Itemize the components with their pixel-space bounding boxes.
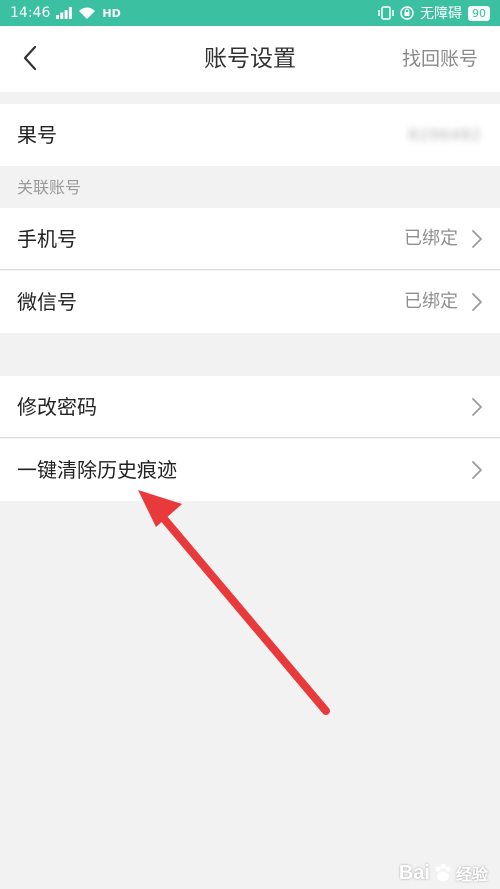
accessibility-label: 无障碍	[420, 6, 462, 22]
paw-logo-icon	[435, 863, 451, 882]
row-divider	[0, 437, 500, 438]
watermark-text-jingyan: 经验	[455, 867, 488, 884]
baidu-watermark: Bai 经验	[399, 861, 488, 885]
wechat-label: 微信号	[17, 290, 77, 314]
change-password-label: 修改密码	[17, 395, 97, 419]
network-type-label: HD	[102, 6, 121, 20]
wifi-icon	[78, 7, 96, 20]
recover-account-button[interactable]: 找回账号	[402, 26, 478, 92]
phone-status: 已绑定	[404, 228, 458, 249]
account-id-value: 8296482	[408, 126, 482, 144]
linked-accounts-title: 关联账号	[17, 178, 82, 197]
nav-bar: 账号设置 找回账号	[0, 26, 500, 92]
watermark-text: Bai	[398, 861, 430, 884]
battery-icon: 90	[468, 5, 490, 21]
vibrate-icon	[378, 6, 394, 20]
section-divider	[0, 92, 500, 104]
clear-history-label: 一键清除历史痕迹	[17, 458, 177, 482]
chevron-right-icon	[472, 398, 482, 416]
chevron-right-icon	[472, 230, 482, 248]
phone-row[interactable]: 手机号 已绑定	[0, 208, 500, 270]
row-divider	[0, 269, 500, 270]
wechat-status: 已绑定	[404, 291, 458, 312]
chevron-right-icon	[472, 293, 482, 311]
wechat-row[interactable]: 微信号 已绑定	[0, 271, 500, 333]
lock-icon	[400, 6, 414, 20]
linked-accounts-header: 关联账号	[0, 168, 500, 208]
status-bar: 14:46 HD 无障碍 90	[0, 0, 500, 26]
signal-icon	[56, 7, 73, 19]
status-time: 14:46	[10, 5, 51, 21]
chevron-right-icon	[472, 461, 482, 479]
account-id-label: 果号	[17, 123, 57, 147]
change-password-row[interactable]: 修改密码	[0, 376, 500, 438]
clear-history-row[interactable]: 一键清除历史痕迹	[0, 439, 500, 501]
account-id-row: 果号 8296482	[0, 104, 500, 166]
phone-label: 手机号	[17, 227, 77, 251]
